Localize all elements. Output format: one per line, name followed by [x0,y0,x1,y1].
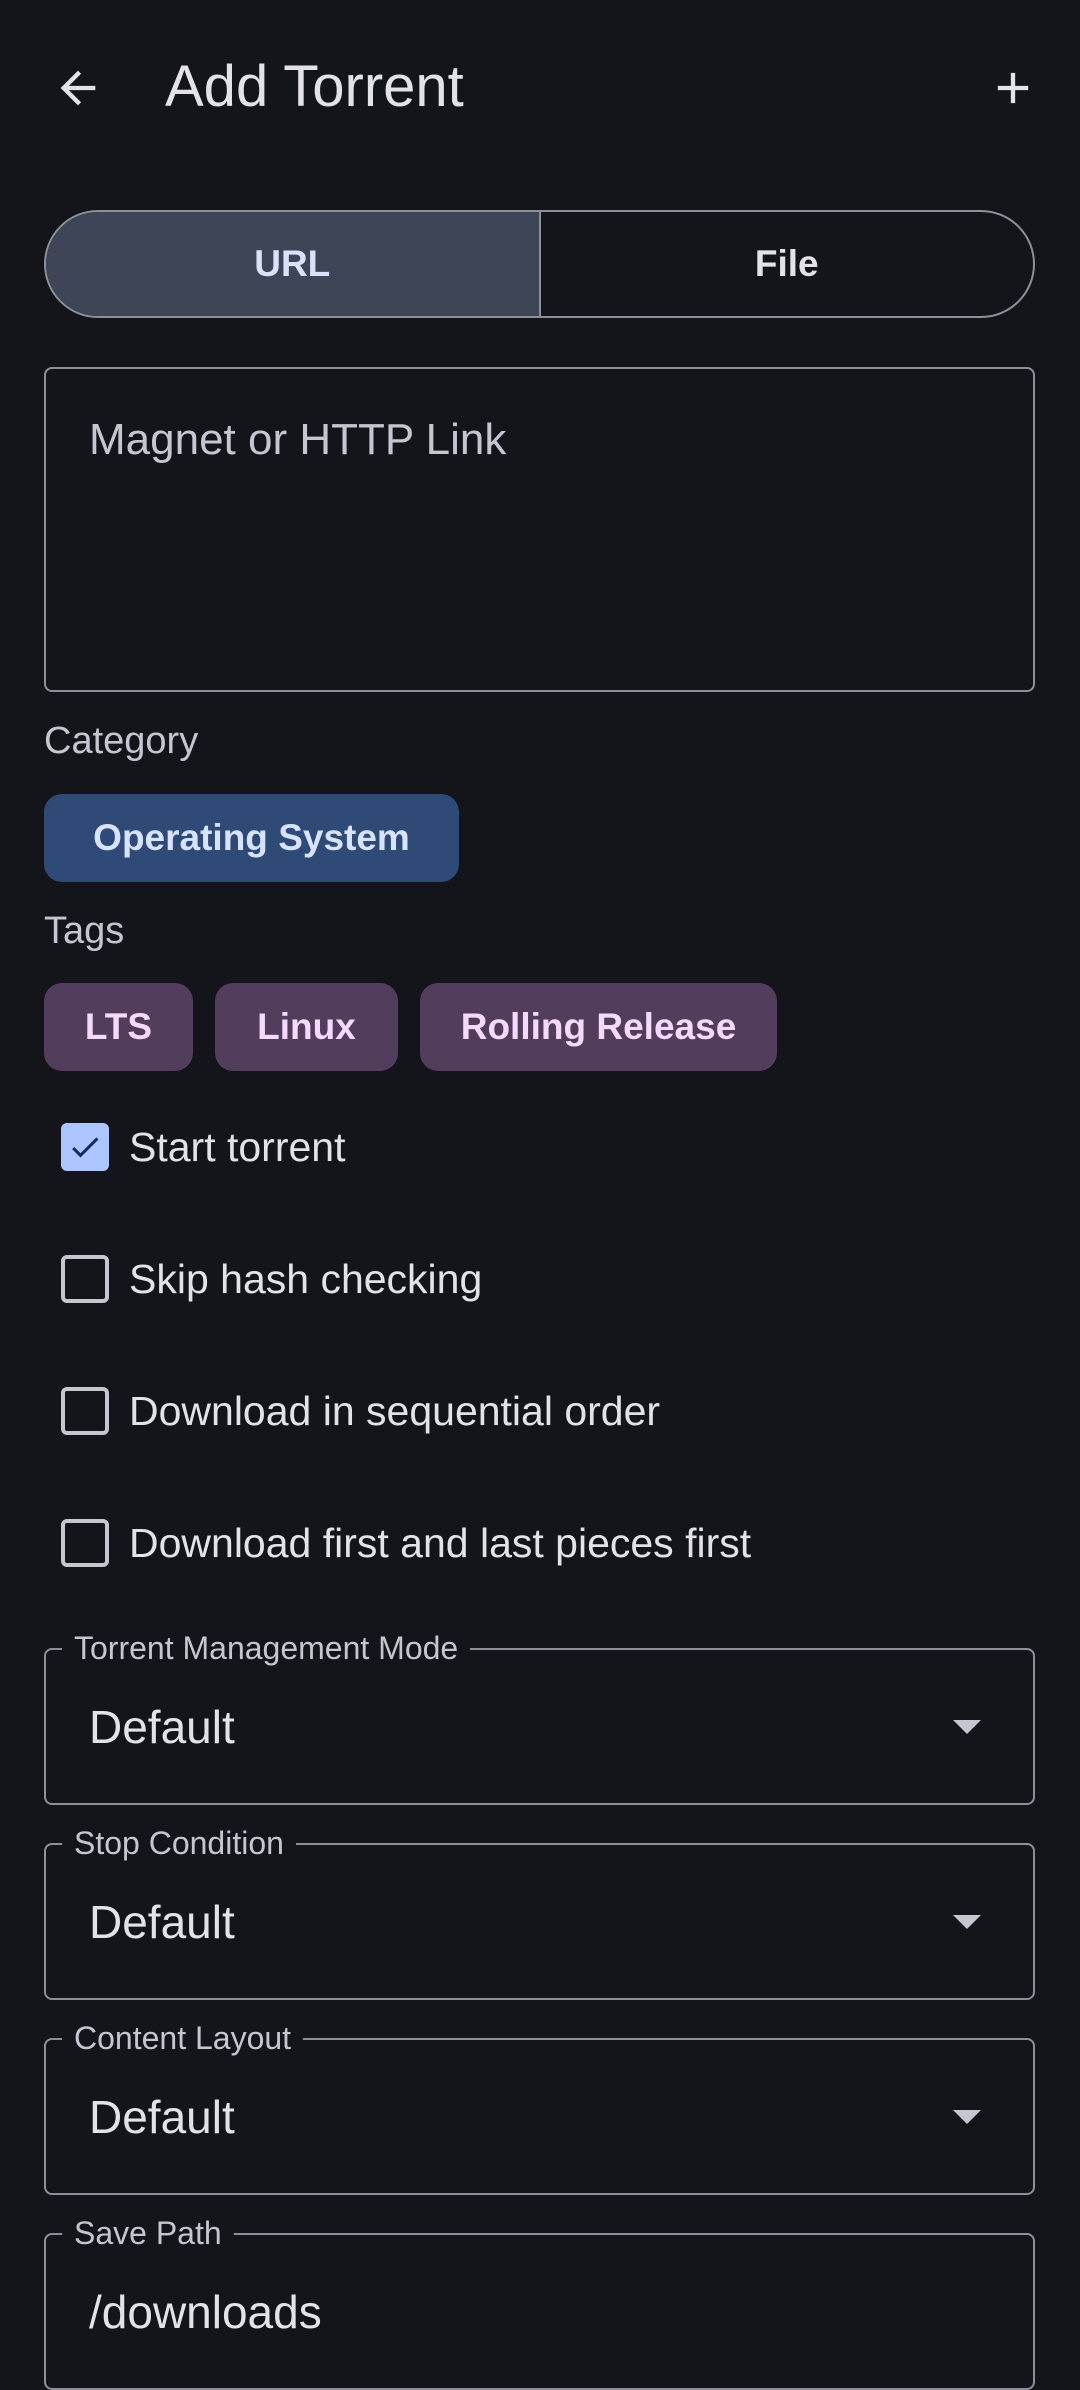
first-last-pieces-checkbox[interactable] [61,1519,109,1567]
save-path-field[interactable]: Save Path /downloads [44,2213,1035,2390]
url-input-placeholder: Magnet or HTTP Link [89,415,507,464]
save-path-label: Save Path [62,2213,234,2253]
content-layout-value: Default [89,2091,235,2143]
management-mode-dropdown[interactable]: Torrent Management Mode Default [44,1628,1035,1805]
arrow-back-icon [60,70,96,106]
tab-url[interactable]: URL [46,212,539,316]
check-icon [72,1137,99,1158]
back-button[interactable] [30,40,126,136]
management-mode-value: Default [89,1701,235,1753]
stop-condition-value: Default [89,1896,235,1948]
first-last-pieces-option[interactable]: Download first and last pieces first [44,1483,1035,1603]
skip-hash-label: Skip hash checking [129,1255,483,1302]
content-layout-dropdown[interactable]: Content Layout Default [44,2018,1035,2195]
page-title: Add Torrent [165,54,464,119]
start-torrent-label: Start torrent [129,1123,346,1170]
content-layout-label: Content Layout [62,2018,304,2058]
management-mode-label: Torrent Management Mode [62,1628,471,1668]
first-last-pieces-label: Download first and last pieces first [129,1519,752,1566]
source-segmented-control: URL File [44,210,1035,318]
skip-hash-option[interactable]: Skip hash checking [44,1219,1035,1339]
dropdown-arrow-icon [953,1720,981,1734]
tab-file[interactable]: File [538,212,1034,316]
add-torrent-button[interactable] [965,40,1061,136]
stop-condition-label: Stop Condition [62,1823,296,1863]
tag-chip[interactable]: LTS [44,983,193,1071]
stop-condition-dropdown[interactable]: Stop Condition Default [44,1823,1035,2000]
save-path-value[interactable]: /downloads [89,2285,322,2339]
plus-icon [997,72,1029,104]
category-chip[interactable]: Operating System [44,794,459,882]
tag-chip[interactable]: Rolling Release [420,983,777,1071]
sequential-order-label: Download in sequential order [129,1387,661,1434]
dropdown-arrow-icon [953,1915,981,1929]
dropdown-arrow-icon [953,2110,981,2124]
sequential-order-checkbox[interactable] [61,1387,109,1435]
start-torrent-option[interactable]: Start torrent [44,1087,1035,1207]
category-label: Category [44,720,199,762]
url-input[interactable]: Magnet or HTTP Link [44,367,1035,692]
sequential-order-option[interactable]: Download in sequential order [44,1351,1035,1471]
tags-label: Tags [44,910,125,952]
skip-hash-checkbox[interactable] [61,1255,109,1303]
tag-chip[interactable]: Linux [215,983,398,1071]
start-torrent-checkbox[interactable] [61,1123,109,1171]
